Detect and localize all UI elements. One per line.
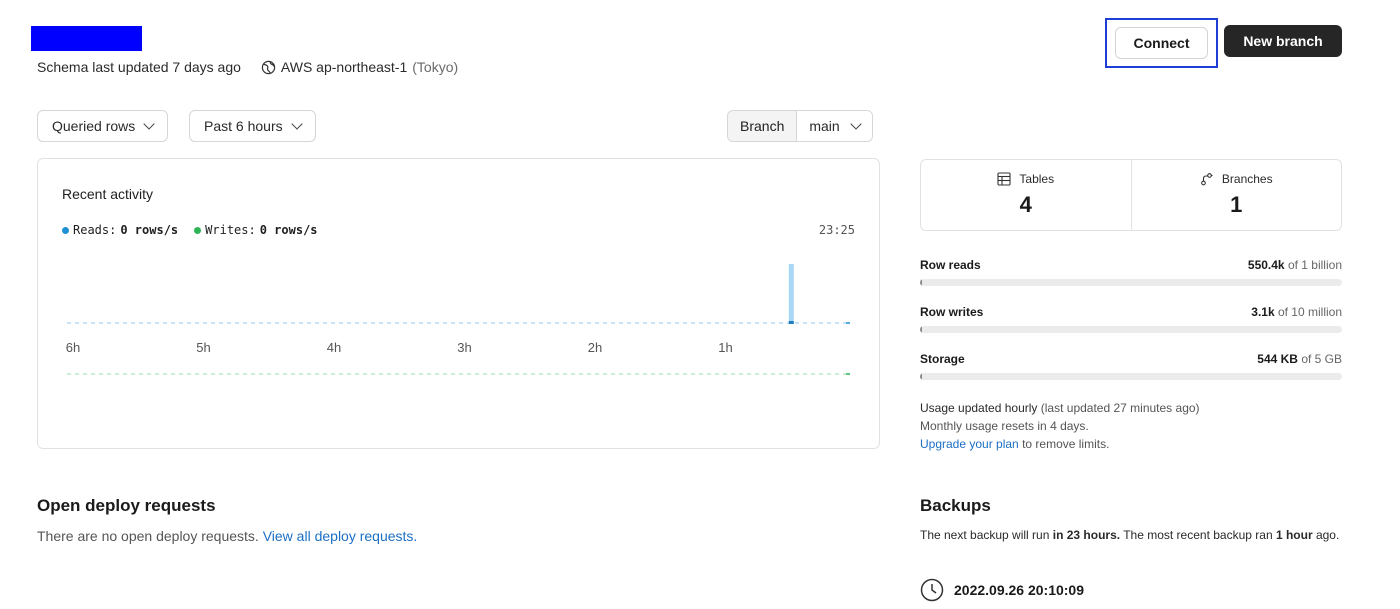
chart-current-time: 23:25 xyxy=(818,223,855,237)
x-tick-label: 6h xyxy=(66,340,80,355)
region-name: AWS ap-northeast-1 xyxy=(280,59,408,75)
clock-icon xyxy=(920,578,944,602)
usage-reads-bar-fill xyxy=(920,279,922,286)
reads-spike-base xyxy=(788,321,794,324)
x-tick-label: 2h xyxy=(588,340,602,355)
metric-dropdown[interactable]: Queried rows xyxy=(37,110,169,142)
legend-reads: Reads: 0 rows/s xyxy=(62,223,178,237)
legend-writes-label: Writes: xyxy=(205,223,256,237)
usage-row-writes: Row writes 3.1k of 10 million xyxy=(920,305,1342,333)
usage-reads-name: Row reads xyxy=(920,258,981,272)
branch-selector-value[interactable]: main xyxy=(797,111,872,141)
reads-spike-bar xyxy=(788,264,794,323)
writes-dot-icon xyxy=(194,226,202,234)
connect-button-focus-ring: Connect xyxy=(1105,18,1218,68)
usage-storage: Storage 544 KB of 5 GB xyxy=(920,352,1342,380)
usage-storage-used: 544 KB xyxy=(1257,352,1298,366)
usage-storage-bar-fill xyxy=(920,373,922,380)
backup-text-3: ago. xyxy=(1312,528,1340,542)
region-info: AWS ap-northeast-1 (Tokyo) xyxy=(261,59,458,75)
stat-tables-label: Tables xyxy=(1019,172,1055,186)
deploy-link-period: . xyxy=(413,528,418,544)
usage-storage-bar xyxy=(920,373,1342,380)
backup-last-run: 1 hour xyxy=(1275,528,1313,542)
legend-writes-value: 0 rows/s xyxy=(259,223,318,237)
usage-note-strong: Usage updated hourly xyxy=(920,401,1038,415)
usage-storage-name: Storage xyxy=(920,352,965,366)
region-city: (Tokyo) xyxy=(412,59,459,75)
backups-title: Backups xyxy=(920,496,991,515)
usage-note-muted: (last updated 27 minutes ago) xyxy=(1040,401,1200,415)
usage-writes-bar-fill xyxy=(920,326,922,333)
x-tick-label: 3h xyxy=(457,340,471,355)
recent-activity-title: Recent activity xyxy=(62,186,154,202)
chevron-down-icon xyxy=(290,118,303,130)
deploy-requests-text: There are no open deploy requests. View … xyxy=(37,528,417,544)
stat-branches-head: Branches xyxy=(1200,172,1273,186)
backup-text-1: The next backup will run xyxy=(920,528,1053,542)
upgrade-rest-text: to remove limits. xyxy=(1022,437,1110,451)
usage-writes-bar xyxy=(920,326,1342,333)
usage-writes-used: 3.1k xyxy=(1251,305,1275,319)
database-name-redacted xyxy=(31,26,142,51)
x-tick-label: 5h xyxy=(196,340,210,355)
chevron-down-icon xyxy=(850,118,862,130)
view-deploy-requests-link[interactable]: View all deploy requests xyxy=(263,528,414,544)
legend-reads-value: 0 rows/s xyxy=(120,223,179,237)
stat-tables-value: 4 xyxy=(1019,192,1032,217)
usage-reads-bar xyxy=(920,279,1342,286)
time-range-dropdown[interactable]: Past 6 hours xyxy=(189,110,316,142)
metric-dropdown-label: Queried rows xyxy=(52,118,136,134)
reads-dot-icon xyxy=(62,226,69,234)
usage-writes-value: 3.1k of 10 million xyxy=(1251,305,1342,319)
usage-storage-limit: of 5 GB xyxy=(1301,352,1342,366)
stat-tables[interactable]: Tables 4 xyxy=(921,160,1131,230)
usage-writes-limit: of 10 million xyxy=(1277,305,1342,319)
recent-activity-card: 6h 5h 4h 3h 2h 1h Recent activity Reads: 0 row… xyxy=(37,158,880,449)
backup-text-2: The most recent backup ran xyxy=(1120,528,1276,542)
legend-reads-label: Reads: xyxy=(73,223,117,237)
last-backup[interactable]: 2022.09.26 20:10:09 xyxy=(920,578,1084,602)
x-tick-label: 4h xyxy=(327,340,341,355)
usage-reads-value: 550.4k of 1 billion xyxy=(1248,258,1342,272)
chevron-down-icon xyxy=(143,118,155,130)
usage-writes-name: Row writes xyxy=(920,305,984,319)
table-icon xyxy=(997,172,1011,186)
time-range-label: Past 6 hours xyxy=(204,118,283,134)
usage-reads-used: 550.4k xyxy=(1247,258,1285,272)
upgrade-plan-link[interactable]: Upgrade your plan xyxy=(920,437,1019,451)
schema-updated-text: Schema last updated 7 days ago xyxy=(37,59,241,75)
stat-tables-head: Tables xyxy=(997,172,1054,186)
stat-branches[interactable]: Branches 1 xyxy=(1130,160,1342,230)
activity-chart: 6h 5h 4h 3h 2h 1h xyxy=(66,264,850,375)
branch-icon xyxy=(1201,173,1213,186)
branch-name: main xyxy=(809,118,840,134)
branch-selector-label: Branch xyxy=(728,111,798,141)
stat-branches-label: Branches xyxy=(1221,172,1273,186)
usage-reset-note: Monthly usage resets in 4 days. xyxy=(920,419,1089,433)
stat-branches-value: 1 xyxy=(1230,192,1243,217)
deploy-requests-title: Open deploy requests xyxy=(37,496,216,515)
branch-selector[interactable]: Branch main xyxy=(727,110,873,142)
usage-notes: Usage updated hourly (last updated 27 mi… xyxy=(920,399,1200,453)
last-backup-time: 2022.09.26 20:10:09 xyxy=(954,582,1084,598)
chart-legend: Reads: 0 rows/s Writes: 0 rows/s xyxy=(62,223,318,237)
x-tick-label: 1h xyxy=(718,340,732,355)
database-subheader: Schema last updated 7 days ago AWS ap-no… xyxy=(37,57,458,77)
globe-icon xyxy=(261,60,276,74)
usage-storage-value: 544 KB of 5 GB xyxy=(1257,352,1342,366)
new-branch-button[interactable]: New branch xyxy=(1224,25,1342,57)
usage-reads-limit: of 1 billion xyxy=(1287,258,1342,272)
backup-next-run: in 23 hours. xyxy=(1052,528,1121,542)
legend-writes: Writes: 0 rows/s xyxy=(194,223,318,237)
no-deploy-requests-text: There are no open deploy requests. xyxy=(37,528,259,544)
connect-button[interactable]: Connect xyxy=(1115,27,1208,59)
usage-row-reads: Row reads 550.4k of 1 billion xyxy=(920,258,1342,286)
stats-card: Tables 4 Branches 1 xyxy=(920,159,1342,231)
backup-schedule-text: The next backup will run in 23 hours. Th… xyxy=(920,526,1345,544)
